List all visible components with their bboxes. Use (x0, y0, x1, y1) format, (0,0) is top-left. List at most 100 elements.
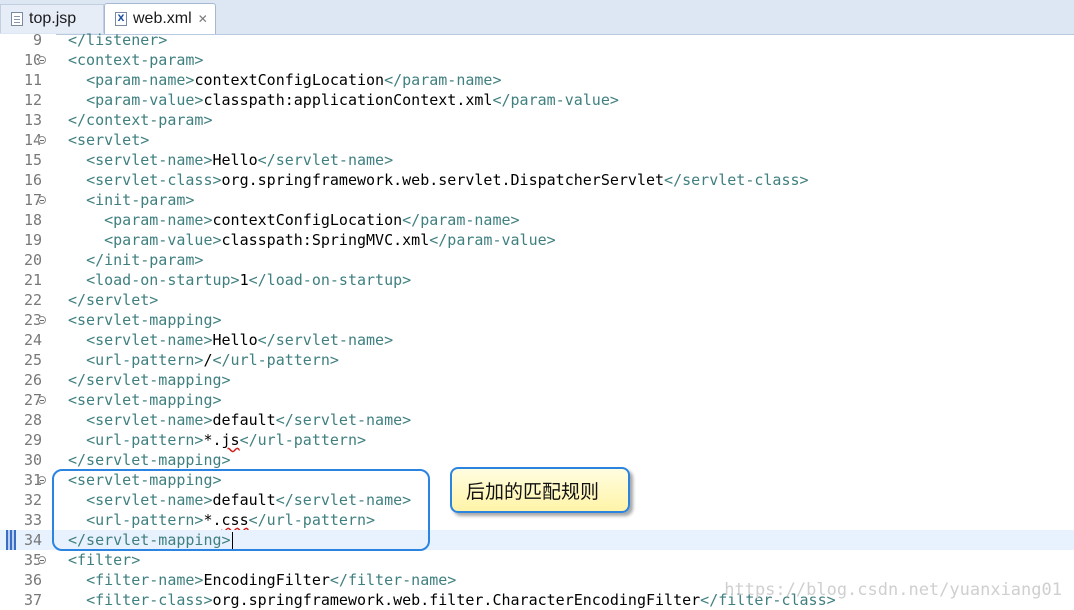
code-text: </listener> (68, 30, 167, 50)
code-line[interactable]: 25 <url-pattern>/</url-pattern> (0, 350, 1074, 370)
line-number: 19 (23, 231, 42, 249)
code-line[interactable]: 28 <servlet-name>default</servlet-name> (0, 410, 1074, 430)
line-number: 28 (23, 411, 42, 429)
xml-tag: <filter> (68, 551, 141, 569)
code-line[interactable]: 19 <param-value>classpath:SpringMVC.xml<… (0, 230, 1074, 250)
xml-text: Hello (212, 331, 258, 349)
xml-tag: </context-param> (68, 111, 213, 129)
xml-tag: <servlet-name> (86, 411, 213, 429)
code-text: <context-param> (68, 50, 203, 70)
xml-tag: <servlet-name> (86, 151, 213, 169)
xml-tag: <param-name> (104, 211, 213, 229)
fold-toggle-icon[interactable] (38, 136, 46, 144)
code-line[interactable]: 29 <url-pattern>*.js</url-pattern> (0, 430, 1074, 450)
line-number: 25 (23, 351, 42, 369)
xml-tag: <url-pattern> (86, 431, 204, 449)
xml-tag: </servlet-mapping> (68, 451, 231, 469)
code-line[interactable]: 12 <param-value>classpath:applicationCon… (0, 90, 1074, 110)
code-text: <servlet-mapping> (68, 390, 222, 410)
xml-tag: </servlet> (68, 291, 159, 309)
xml-tag: <servlet-mapping> (68, 391, 222, 409)
xml-tag: </init-param> (86, 251, 204, 269)
code-text: <url-pattern>*.js</url-pattern> (68, 430, 366, 450)
code-line[interactable]: 15 <servlet-name>Hello</servlet-name> (0, 150, 1074, 170)
xml-tag: <param-value> (104, 231, 222, 249)
tab-top-jsp[interactable]: top.jsp (0, 4, 104, 33)
code-line[interactable]: 14 <servlet> (0, 130, 1074, 150)
line-number: 20 (23, 251, 42, 269)
code-text: <servlet-mapping> (68, 310, 222, 330)
xml-text: classpath:SpringMVC.xml (221, 231, 430, 249)
code-text: </init-param> (68, 250, 203, 270)
code-line[interactable]: 35 <filter> (0, 550, 1074, 570)
code-line[interactable]: 22 </servlet> (0, 290, 1074, 310)
annotation-label: 后加的匹配规则 (466, 480, 600, 503)
line-number: 21 (23, 271, 42, 289)
xml-tag: </param-value> (492, 91, 619, 109)
line-number: 32 (23, 491, 42, 509)
line-number: 18 (23, 211, 42, 229)
code-line[interactable]: 9 </listener> (0, 30, 1074, 50)
code-line[interactable]: 11 <param-name>contextConfigLocation</pa… (0, 70, 1074, 90)
xml-tag: <servlet-name> (86, 331, 213, 349)
xml-text: default (212, 411, 276, 429)
xml-tag: </servlet-mapping> (68, 371, 231, 389)
xml-tag: <servlet> (68, 131, 150, 149)
fold-toggle-icon[interactable] (38, 396, 46, 404)
line-number: 26 (23, 371, 42, 389)
code-text: <filter-class>org.springframework.web.fi… (68, 590, 836, 610)
code-line[interactable]: 24 <servlet-name>Hello</servlet-name> (0, 330, 1074, 350)
xml-text: org.springframework.web.servlet.Dispatch… (221, 171, 665, 189)
code-text: <servlet-name>default</servlet-name> (68, 410, 411, 430)
xml-editor[interactable]: 9 </listener> 10 <context-param> 11 <param-n… (0, 31, 1074, 610)
code-text: <load-on-startup>1</load-on-startup> (68, 270, 411, 290)
code-text: <servlet-name>Hello</servlet-name> (68, 330, 393, 350)
jsp-file-icon (11, 12, 23, 26)
code-text: <servlet-class>org.springframework.web.s… (68, 170, 808, 190)
xml-text: 1 (239, 271, 249, 289)
code-line[interactable]: 17 <init-param> (0, 190, 1074, 210)
code-text: <param-value>classpath:SpringMVC.xml</pa… (68, 230, 556, 250)
xml-text: EncodingFilter (203, 571, 330, 589)
code-line[interactable]: 21 <load-on-startup>1</load-on-startup> (0, 270, 1074, 290)
change-marker (6, 530, 16, 550)
fold-toggle-icon[interactable] (38, 56, 46, 64)
line-number: 12 (23, 91, 42, 109)
code-line[interactable]: 26 </servlet-mapping> (0, 370, 1074, 390)
fold-toggle-icon[interactable] (38, 196, 46, 204)
xml-tag: </param-name> (384, 71, 502, 89)
xml-tag: <load-on-startup> (86, 271, 240, 289)
code-line[interactable]: 10 <context-param> (0, 50, 1074, 70)
xml-file-icon: X (115, 12, 127, 26)
line-number: 29 (23, 431, 42, 449)
line-number: 34 (23, 531, 42, 549)
close-icon[interactable]: ✕ (198, 12, 208, 26)
line-number: 24 (23, 331, 42, 349)
code-line[interactable]: 23 <servlet-mapping> (0, 310, 1074, 330)
code-line[interactable]: 16 <servlet-class>org.springframework.we… (0, 170, 1074, 190)
code-text: <url-pattern>/</url-pattern> (68, 350, 339, 370)
code-line[interactable]: 20 </init-param> (0, 250, 1074, 270)
xml-tag: <filter-class> (86, 591, 213, 609)
xml-text: contextConfigLocation (194, 71, 385, 89)
fold-toggle-icon[interactable] (38, 316, 46, 324)
code-line[interactable]: 27 <servlet-mapping> (0, 390, 1074, 410)
code-line[interactable]: 18 <param-name>contextConfigLocation</pa… (0, 210, 1074, 230)
code-text: </servlet-mapping> (68, 370, 231, 390)
code-text: <param-name>contextConfigLocation</param… (68, 70, 502, 90)
fold-toggle-icon[interactable] (38, 556, 46, 564)
fold-toggle-icon[interactable] (38, 476, 46, 484)
code-line[interactable]: 13 </context-param> (0, 110, 1074, 130)
line-number: 15 (23, 151, 42, 169)
xml-text: / (203, 351, 213, 369)
line-number: 9 (32, 31, 42, 49)
